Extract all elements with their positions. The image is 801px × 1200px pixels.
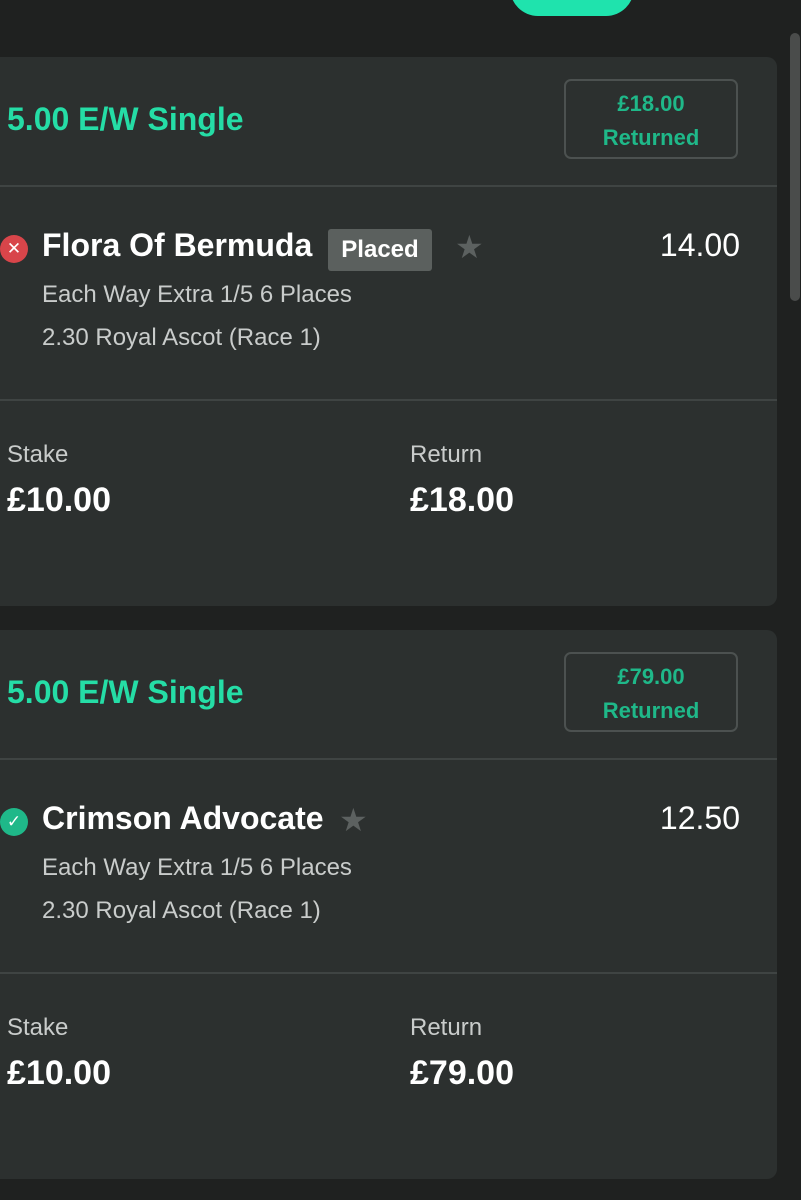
- market-label: Each Way Extra 1/5 6 Places: [42, 854, 352, 881]
- stake-label: Stake: [7, 441, 69, 468]
- event-label: 2.30 Royal Ascot (Race 1): [42, 324, 321, 351]
- top-action-button[interactable]: [510, 0, 634, 16]
- returned-label: Returned: [602, 698, 700, 723]
- selection-row: ✕ Flora Of Bermuda Placed ★ 14.00 Each W…: [0, 187, 777, 401]
- cross-icon: ✕: [0, 235, 28, 263]
- return-value: £18.00: [410, 481, 514, 519]
- return-label: Return: [410, 441, 483, 468]
- odds-value: 12.50: [659, 800, 740, 836]
- stake-value: £10.00: [7, 1054, 111, 1092]
- bet-card[interactable]: 5.00 E/W Single £79.00 Returned ✓ Crimso…: [0, 630, 777, 1179]
- stake-label: Stake: [7, 1014, 69, 1041]
- bet-card-header: 5.00 E/W Single £79.00 Returned: [0, 630, 777, 760]
- bet-totals: Stake £10.00 Return £18.00: [0, 401, 777, 601]
- odds-value: 14.00: [659, 227, 740, 263]
- bet-type-label: 5.00 E/W Single: [7, 674, 244, 710]
- return-label: Return: [410, 1014, 483, 1041]
- market-label: Each Way Extra 1/5 6 Places: [42, 281, 352, 308]
- runner-name: Crimson Advocate: [42, 800, 324, 836]
- returned-badge: £18.00 Returned: [564, 79, 738, 159]
- bet-type-label: 5.00 E/W Single: [7, 101, 244, 137]
- bet-card-header: 5.00 E/W Single £18.00 Returned: [0, 57, 777, 187]
- bet-history-page: 5.00 E/W Single £18.00 Returned ✕ Flora …: [0, 0, 801, 1200]
- check-icon: ✓: [0, 808, 28, 836]
- event-label: 2.30 Royal Ascot (Race 1): [42, 897, 321, 924]
- runner-name: Flora Of Bermuda: [42, 227, 313, 263]
- returned-label: Returned: [602, 125, 700, 150]
- star-icon[interactable]: ★: [455, 231, 484, 263]
- placed-badge: Placed: [328, 229, 432, 271]
- returned-amount: £79.00: [617, 664, 685, 689]
- stake-value: £10.00: [7, 481, 111, 519]
- star-icon[interactable]: ★: [339, 804, 368, 836]
- bet-totals: Stake £10.00 Return £79.00: [0, 974, 777, 1174]
- scrollbar[interactable]: [790, 33, 800, 301]
- return-value: £79.00: [410, 1054, 514, 1092]
- selection-row: ✓ Crimson Advocate ★ 12.50 Each Way Extr…: [0, 760, 777, 974]
- bet-card[interactable]: 5.00 E/W Single £18.00 Returned ✕ Flora …: [0, 57, 777, 606]
- returned-badge: £79.00 Returned: [564, 652, 738, 732]
- returned-amount: £18.00: [617, 91, 685, 116]
